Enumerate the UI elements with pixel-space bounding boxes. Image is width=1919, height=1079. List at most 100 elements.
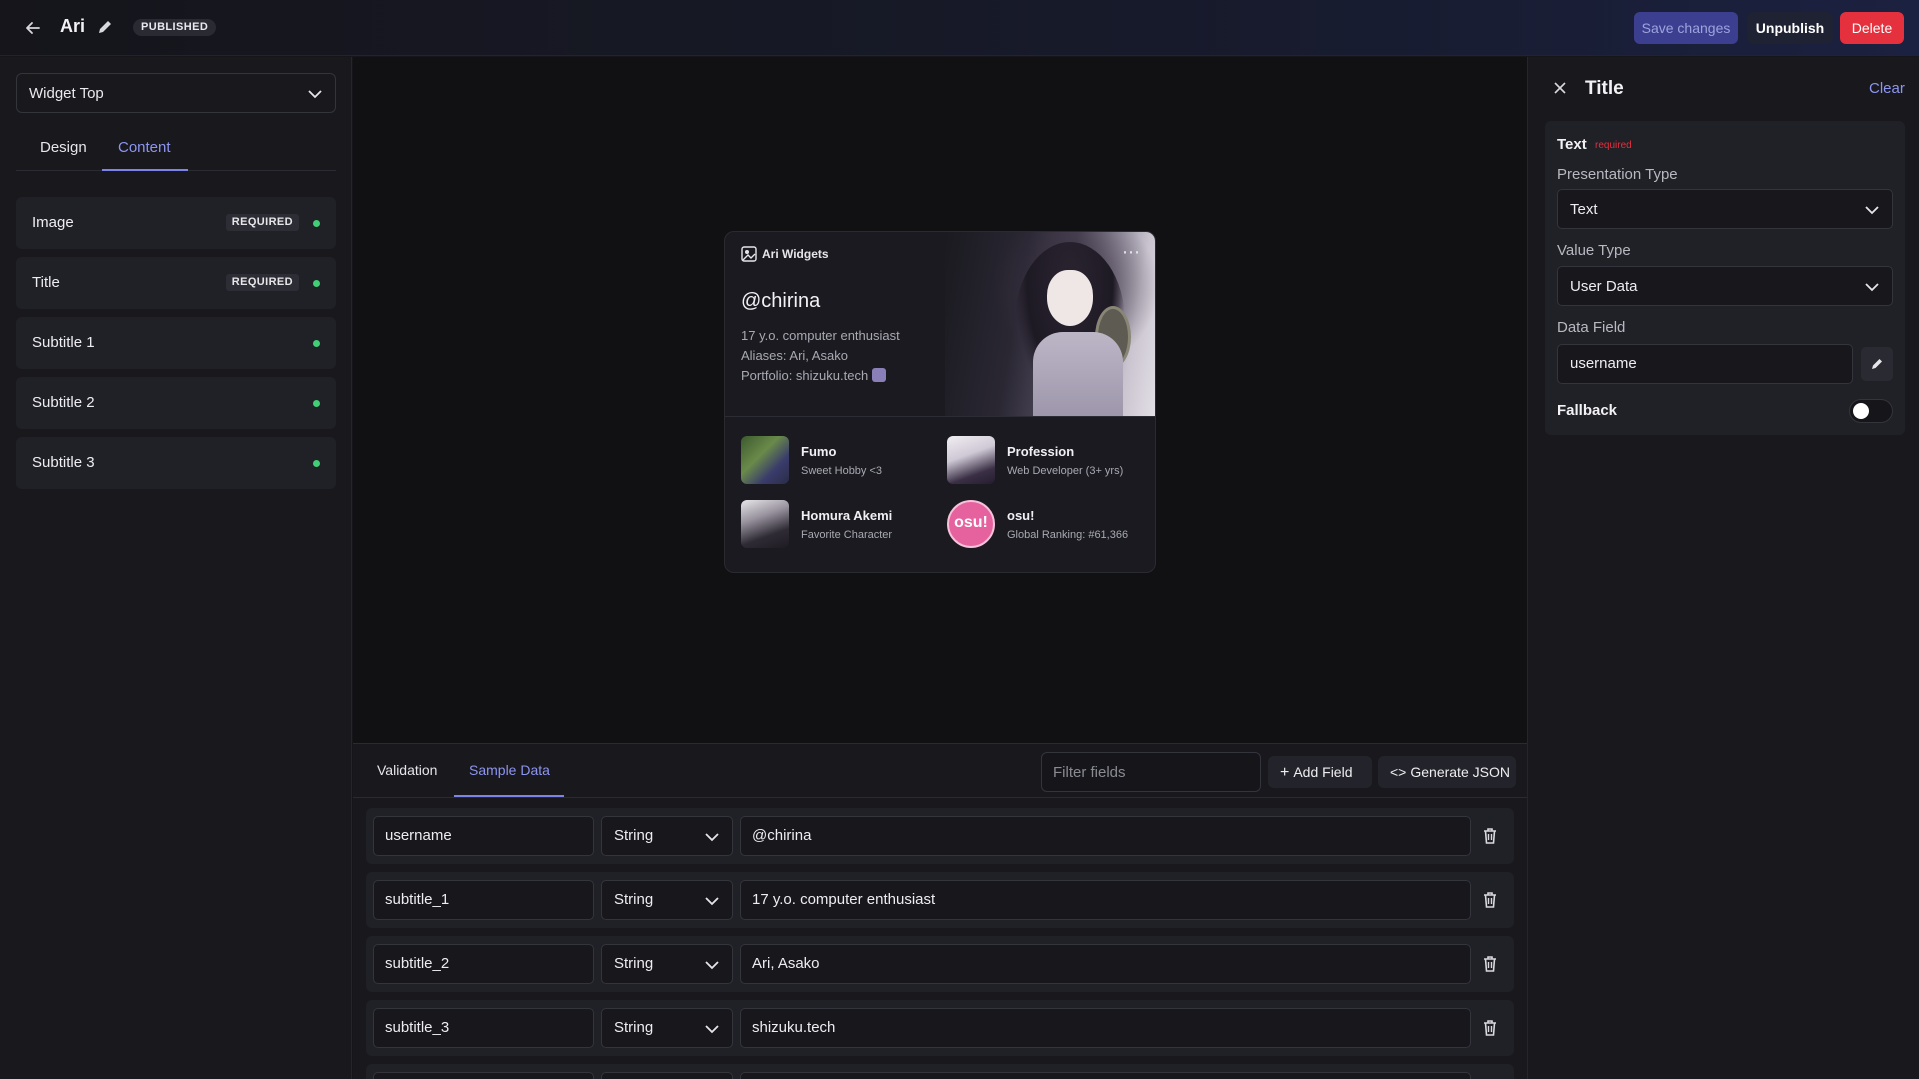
trash-icon[interactable]: [1482, 827, 1498, 845]
field-item-title[interactable]: Title REQUIRED: [16, 257, 336, 309]
card-divider: [725, 416, 1155, 417]
sample-data-row: subtitle_3 String shizuku.tech: [366, 1000, 1514, 1056]
sample-data-row: subtitle_1 String 17 y.o. computer enthu…: [366, 872, 1514, 928]
field-type-select[interactable]: String: [601, 880, 733, 920]
back-arrow-icon[interactable]: [22, 17, 44, 39]
stat-title: Profession: [1007, 444, 1075, 459]
status-dot: [313, 220, 320, 227]
add-field-button[interactable]: + Add Field: [1268, 756, 1372, 788]
field-type-value: String: [614, 891, 654, 908]
status-dot: [313, 280, 320, 287]
field-label: Subtitle 2: [32, 394, 95, 411]
field-value-input[interactable]: 17 y.o. computer enthusiast: [740, 880, 1471, 920]
tab-content[interactable]: Content: [118, 139, 171, 156]
field-item-subtitle-1[interactable]: Subtitle 1: [16, 317, 336, 369]
delete-button[interactable]: Delete: [1840, 12, 1904, 44]
stat-desc: Global Ranking: #61,366: [1007, 529, 1129, 541]
code-icon: <>: [1390, 764, 1407, 780]
widget-type-value: Widget Top: [29, 85, 104, 102]
status-dot: [313, 460, 320, 467]
close-icon[interactable]: [1552, 80, 1568, 96]
field-key-input[interactable]: subtitle_3: [373, 1008, 594, 1048]
generate-json-label: Generate JSON: [1410, 764, 1510, 780]
field-type-select[interactable]: [601, 1072, 733, 1079]
field-item-image[interactable]: Image REQUIRED: [16, 197, 336, 249]
more-options-icon[interactable]: ⋯: [1122, 242, 1141, 263]
text-properties-box: Text required Presentation Type Text Val…: [1545, 121, 1905, 435]
data-field-label: Data Field: [1557, 319, 1626, 336]
trash-icon[interactable]: [1482, 955, 1498, 973]
chevron-down-icon: [1864, 202, 1880, 218]
field-key-input[interactable]: username: [373, 816, 594, 856]
active-tab-indicator: [102, 169, 188, 171]
tabs-divider: [353, 797, 1527, 798]
field-label: Image: [32, 214, 74, 231]
required-badge: REQUIRED: [225, 274, 299, 291]
status-dot: [313, 400, 320, 407]
presentation-type-label: Presentation Type: [1557, 166, 1678, 183]
tab-sample-data[interactable]: Sample Data: [469, 762, 550, 778]
widget-type-select[interactable]: Widget Top: [16, 73, 336, 113]
presentation-type-select[interactable]: Text: [1557, 189, 1893, 229]
generate-json-button[interactable]: <> Generate JSON: [1378, 756, 1516, 788]
field-item-subtitle-3[interactable]: Subtitle 3: [16, 437, 336, 489]
field-value-input[interactable]: Ari, Asako: [740, 944, 1471, 984]
chevron-down-icon: [704, 957, 720, 973]
field-value-input[interactable]: @chirina: [740, 816, 1471, 856]
field-type-select[interactable]: String: [601, 816, 733, 856]
field-item-subtitle-2[interactable]: Subtitle 2: [16, 377, 336, 429]
chevron-down-icon: [704, 829, 720, 845]
profession-avatar: [947, 436, 995, 484]
stat-osu: osu! osu! Global Ranking: #61,366: [947, 500, 1147, 548]
text-section-label: Text: [1557, 136, 1587, 153]
value-type-value: User Data: [1570, 278, 1638, 295]
stat-profession: Profession Web Developer (3+ yrs): [947, 436, 1147, 484]
tab-design[interactable]: Design: [40, 139, 87, 156]
field-type-select[interactable]: String: [601, 1008, 733, 1048]
ari-widgets-logo-icon: [741, 246, 757, 262]
field-label: Subtitle 1: [32, 334, 95, 351]
portfolio-text: Portfolio: shizuku.tech: [741, 368, 869, 383]
field-key-input[interactable]: [373, 1072, 594, 1079]
required-badge: REQUIRED: [225, 214, 299, 231]
stat-desc: Favorite Character: [801, 529, 893, 541]
field-type-select[interactable]: String: [601, 944, 733, 984]
value-type-select[interactable]: User Data: [1557, 266, 1893, 306]
save-changes-button[interactable]: Save changes: [1634, 12, 1738, 44]
trash-icon[interactable]: [1482, 1019, 1498, 1037]
top-bar: Ari PUBLISHED Save changes Unpublish Del…: [0, 0, 1919, 56]
stat-homura: Homura Akemi Favorite Character: [741, 500, 941, 548]
card-title: @chirina: [741, 290, 821, 312]
sample-data-row-partial: [366, 1064, 1514, 1079]
sample-data-row: username String @chirina: [366, 808, 1514, 864]
field-value-input[interactable]: shizuku.tech: [740, 1008, 1471, 1048]
chevron-down-icon: [1864, 279, 1880, 295]
edit-title-pencil-icon[interactable]: [96, 18, 114, 36]
stat-title: osu!: [1007, 508, 1035, 523]
tab-validation[interactable]: Validation: [377, 762, 437, 778]
preview-canvas: Ari Widgets ⋯ @chirina 17 y.o. computer …: [353, 57, 1527, 743]
unpublish-button[interactable]: Unpublish: [1747, 12, 1833, 44]
filter-fields-input[interactable]: [1041, 752, 1261, 792]
field-type-value: String: [614, 955, 654, 972]
data-field-input[interactable]: username: [1557, 344, 1853, 384]
osu-logo-text: osu!: [954, 514, 988, 531]
status-dot: [313, 340, 320, 347]
osu-logo-icon: osu!: [947, 500, 995, 548]
value-type-label: Value Type: [1557, 242, 1631, 259]
fallback-toggle[interactable]: [1849, 399, 1893, 423]
field-key-input[interactable]: subtitle_1: [373, 880, 594, 920]
clear-button[interactable]: Clear: [1869, 80, 1905, 97]
card-subtitle-3: Portfolio: shizuku.tech: [741, 368, 886, 383]
presentation-type-value: Text: [1570, 201, 1598, 218]
edit-data-field-button[interactable]: [1861, 347, 1893, 381]
field-key-input[interactable]: subtitle_2: [373, 944, 594, 984]
homura-avatar: [741, 500, 789, 548]
stat-desc: Web Developer (3+ yrs): [1007, 465, 1124, 477]
field-value-input[interactable]: [740, 1072, 1471, 1079]
page-title: Ari: [60, 16, 86, 36]
add-field-label: Add Field: [1293, 764, 1353, 780]
trash-icon[interactable]: [1482, 891, 1498, 909]
chibi-emoji-icon: [871, 368, 886, 382]
status-badge: PUBLISHED: [133, 19, 217, 36]
